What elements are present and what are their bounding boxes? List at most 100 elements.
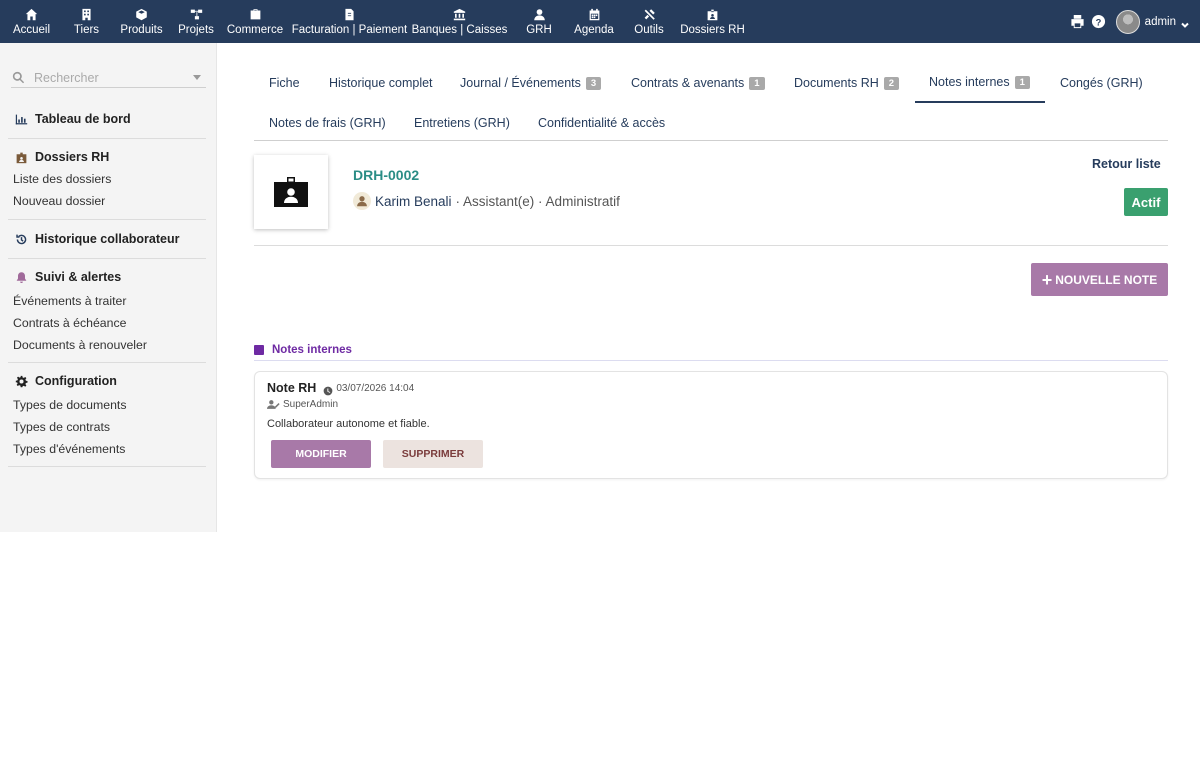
notes-section-header: Notes internes — [254, 339, 1168, 361]
home-icon — [25, 7, 39, 21]
employee-position: · Assistant(e) · Administratif — [455, 193, 620, 209]
count-badge: 1 — [1014, 75, 1030, 89]
sidebar-link-evenements[interactable]: Événements à traiter — [0, 290, 206, 312]
sidebar-link-types-evenements[interactable]: Types d'événements — [0, 438, 206, 460]
user-toolbar: ? admin — [1070, 0, 1200, 43]
note-card: Note RH 03/07/2026 14:04 SuperAdmin Coll… — [254, 371, 1168, 479]
delete-note-button[interactable]: SUPPRIMER — [383, 440, 483, 468]
nav-label: Commerce — [226, 24, 284, 36]
sidebar-link-types-contrats[interactable]: Types de contrats — [0, 416, 206, 438]
sidebar-item-suivi[interactable]: Suivi & alertes — [0, 266, 206, 288]
chart-icon — [14, 112, 28, 126]
tab-notes-internes[interactable]: Notes internes 1 — [915, 63, 1045, 103]
project-icon — [189, 7, 203, 21]
tab-fiche[interactable]: Fiche — [269, 63, 300, 103]
divider — [8, 362, 206, 363]
tab-label: Contrats & avenants — [631, 76, 745, 90]
sidebar-item-configuration[interactable]: Configuration — [0, 370, 206, 392]
invoice-icon — [343, 7, 357, 21]
nav-tiers[interactable]: Tiers — [63, 0, 110, 43]
sidebar-link-liste-dossiers[interactable]: Liste des dossiers — [0, 168, 206, 190]
nav-label: GRH — [526, 24, 552, 36]
employee-name[interactable]: Karim Benali — [375, 194, 452, 209]
gear-icon — [14, 374, 28, 388]
nav-label: Accueil — [12, 24, 51, 36]
help-icon[interactable]: ? — [1091, 14, 1107, 30]
note-body: Collaborateur autonome et fiable. — [267, 418, 430, 430]
nav-agenda[interactable]: Agenda — [567, 0, 621, 43]
tab-contrats[interactable]: Contrats & avenants 1 — [631, 63, 765, 103]
nav-outils[interactable]: Outils — [621, 0, 677, 43]
sidebar-item-label: Configuration — [35, 374, 117, 388]
count-badge: 1 — [749, 76, 765, 90]
user-edit-icon — [267, 400, 280, 409]
new-note-button[interactable]: + NOUVELLE NOTE — [1031, 263, 1168, 296]
nav-label: Outils — [634, 24, 664, 36]
tab-documents[interactable]: Documents RH 2 — [794, 63, 900, 103]
sidebar-item-historique[interactable]: Historique collaborateur — [0, 228, 206, 250]
nav-label: Dossiers RH — [680, 24, 745, 36]
calendar-icon — [587, 7, 601, 21]
sidebar-link-documents-renouveler[interactable]: Documents à renouveler — [0, 334, 206, 356]
tab-confidentialite[interactable]: Confidentialité & accès — [538, 103, 665, 143]
note-header: Note RH 03/07/2026 14:04 — [267, 381, 414, 396]
divider — [254, 245, 1168, 246]
nav-grh[interactable]: GRH — [511, 0, 567, 43]
button-label: NOUVELLE NOTE — [1055, 272, 1158, 287]
chevron-down-icon[interactable] — [1180, 17, 1190, 28]
divider — [8, 219, 206, 220]
sidebar-item-label: Historique collaborateur — [35, 232, 180, 246]
tab-conges[interactable]: Congés (GRH) — [1060, 63, 1143, 103]
avatar[interactable] — [1115, 9, 1140, 34]
sidebar-link-nouveau-dossier[interactable]: Nouveau dossier — [0, 190, 206, 212]
tab-entretiens[interactable]: Entretiens (GRH) — [414, 103, 510, 143]
nav-projets[interactable]: Projets — [173, 0, 219, 43]
username[interactable]: admin — [1145, 16, 1176, 28]
dropdown-caret-icon[interactable] — [193, 75, 201, 80]
edit-note-button[interactable]: MODIFIER — [271, 440, 371, 468]
sidebar-section-suivi: Suivi & alertes Événements à traiter Con… — [0, 266, 206, 356]
back-to-list-link[interactable]: Retour liste — [1092, 157, 1161, 171]
nav-label: Tiers — [73, 24, 100, 36]
svg-text:?: ? — [1096, 17, 1102, 27]
history-icon — [14, 232, 28, 246]
search-input[interactable]: Rechercher — [11, 68, 206, 88]
sidebar-link-contrats-echeance[interactable]: Contrats à échéance — [0, 312, 206, 334]
sidebar: Rechercher Tableau de bord Dossiers RH L… — [0, 43, 217, 532]
sidebar-item-label: Suivi & alertes — [35, 270, 122, 284]
note-author: SuperAdmin — [283, 399, 339, 410]
bell-icon — [14, 270, 28, 284]
nav-label: Projets — [178, 24, 214, 36]
top-navigation-bar: Accueil Tiers Produits Projets Commerce … — [0, 0, 1200, 43]
briefcase-icon — [248, 7, 262, 21]
nav-accueil[interactable]: Accueil — [0, 0, 63, 43]
tab-journal[interactable]: Journal / Événements 3 — [460, 63, 602, 103]
nav-produits[interactable]: Produits — [110, 0, 173, 43]
tools-icon — [642, 7, 656, 21]
sidebar-item-dashboard[interactable]: Tableau de bord — [0, 108, 206, 130]
record-photo — [254, 155, 328, 229]
nav-facturation[interactable]: Facturation | Paiement — [291, 0, 408, 43]
avatar — [353, 192, 371, 210]
sidebar-link-types-documents[interactable]: Types de documents — [0, 394, 206, 416]
search-icon — [12, 71, 26, 85]
nav-commerce[interactable]: Commerce — [219, 0, 291, 43]
nav-banques[interactable]: Banques | Caisses — [408, 0, 511, 43]
tab-label: Documents RH — [794, 76, 879, 90]
note-icon — [254, 344, 264, 355]
tab-label: Notes internes — [929, 75, 1010, 89]
record-tabs: Fiche Historique complet Journal / Événe… — [254, 63, 1168, 141]
sidebar-item-label: Tableau de bord — [35, 112, 131, 126]
sidebar-item-dossiers-rh[interactable]: Dossiers RH — [0, 146, 206, 168]
tab-historique[interactable]: Historique complet — [329, 63, 433, 103]
divider — [8, 466, 206, 467]
nav-label: Banques | Caisses — [411, 24, 508, 36]
record-reference[interactable]: DRH-0002 — [353, 167, 419, 183]
divider — [8, 138, 206, 139]
tab-frais[interactable]: Notes de frais (GRH) — [269, 103, 386, 143]
nav-dossiers-rh[interactable]: Dossiers RH — [677, 0, 748, 43]
print-icon[interactable] — [1070, 14, 1086, 30]
sidebar-section-configuration: Configuration Types de documents Types d… — [0, 370, 206, 460]
nav-label: Facturation | Paiement — [291, 24, 408, 36]
bank-icon — [453, 7, 467, 21]
